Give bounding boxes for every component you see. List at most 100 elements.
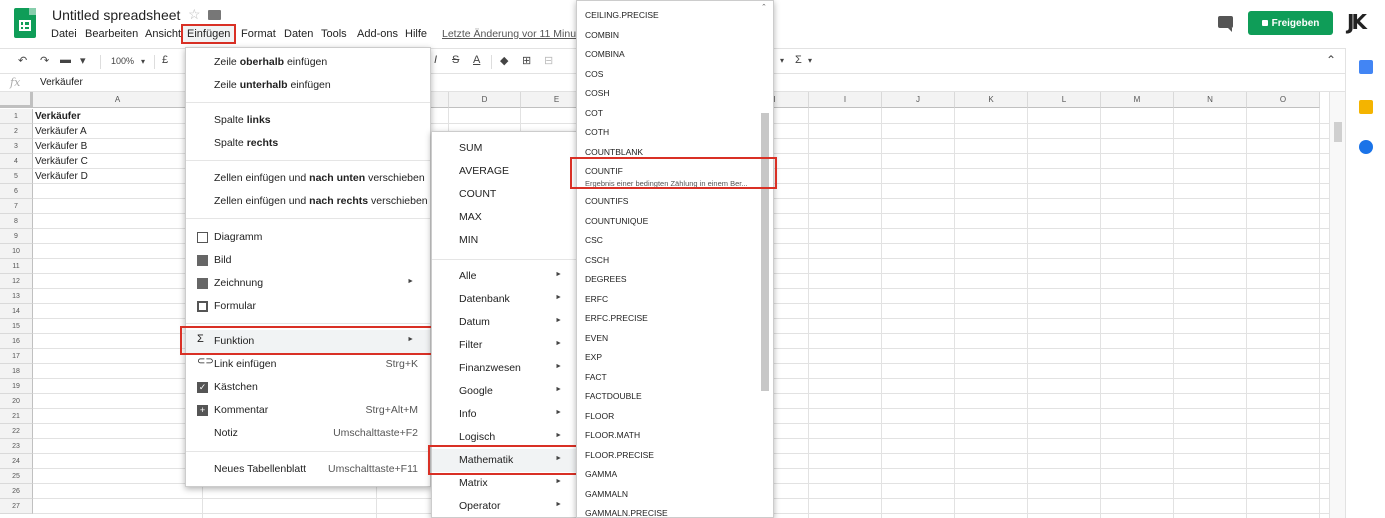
function-category-item[interactable]: Matrix ► — [432, 472, 576, 495]
star-icon[interactable]: ☆ — [188, 6, 201, 23]
function-list-item[interactable]: COMBINA — [585, 49, 625, 59]
function-list-item[interactable]: COT — [585, 108, 603, 118]
row-header[interactable]: 1 — [0, 109, 33, 124]
insert-cells-right[interactable]: Zellen einfügen und nach rechts verschie… — [186, 190, 430, 213]
function-category-item[interactable]: Alle ► — [432, 265, 576, 288]
chevron-up-icon[interactable]: ⌃ — [761, 3, 767, 11]
row-header[interactable]: 14 — [0, 304, 33, 319]
insert-form[interactable]: Formular — [186, 295, 430, 318]
row-header[interactable]: 5 — [0, 169, 33, 184]
insert-chart[interactable]: Diagramm — [186, 226, 430, 249]
column-header[interactable]: L — [1028, 92, 1101, 108]
row-header[interactable]: 25 — [0, 469, 33, 484]
row-header[interactable]: 4 — [0, 154, 33, 169]
column-header[interactable]: M — [1101, 92, 1174, 108]
function-list-item[interactable]: FLOOR — [585, 411, 614, 421]
row-header[interactable]: 13 — [0, 289, 33, 304]
comments-icon[interactable] — [1218, 16, 1233, 32]
italic-icon[interactable]: I — [434, 54, 437, 66]
undo-icon[interactable]: ↶ — [18, 54, 27, 67]
function-category-item[interactable]: Google ► — [432, 380, 576, 403]
menu-einfuegen[interactable]: Einfügen — [181, 24, 237, 44]
row-header[interactable]: 19 — [0, 379, 33, 394]
row-header[interactable]: 20 — [0, 394, 33, 409]
column-header[interactable]: I — [809, 92, 882, 108]
function-list-item[interactable]: ERFC — [585, 294, 608, 304]
function-quick-item[interactable]: AVERAGE — [432, 160, 576, 183]
redo-icon[interactable]: ↷ — [40, 54, 49, 67]
column-header[interactable]: N — [1174, 92, 1247, 108]
function-list-item[interactable]: GAMMA — [585, 469, 617, 479]
function-category-item[interactable]: Operator ► — [432, 495, 576, 518]
menu-ansicht[interactable]: Ansicht — [145, 28, 181, 40]
row-header[interactable]: 3 — [0, 139, 33, 154]
function-list-item[interactable]: FACTDOUBLE — [585, 391, 642, 401]
row-header[interactable]: 11 — [0, 259, 33, 274]
function-list-item[interactable]: COUNTBLANK — [585, 147, 643, 157]
row-header[interactable]: 18 — [0, 364, 33, 379]
insert-new-sheet[interactable]: Neues Tabellenblatt Umschalttaste+F11 — [186, 458, 430, 481]
column-header[interactable]: O — [1247, 92, 1320, 108]
zoom-select[interactable]: 100% — [111, 56, 134, 66]
table-cell[interactable]: Verkäufer — [35, 109, 81, 124]
fill-color-icon[interactable]: ◆ — [500, 54, 508, 67]
row-header[interactable]: 15 — [0, 319, 33, 334]
insert-image[interactable]: Bild — [186, 249, 430, 272]
insert-row-above[interactable]: Zeile oberhalb einfügen — [186, 51, 430, 74]
table-cell[interactable]: Verkäufer B — [35, 139, 87, 154]
sheets-logo-icon[interactable] — [14, 8, 36, 38]
function-list-item[interactable]: ERFC.PRECISE — [585, 313, 648, 323]
table-cell[interactable]: Verkäufer A — [35, 124, 87, 139]
insert-checkbox[interactable]: ✓ Kästchen — [186, 376, 430, 399]
function-quick-item[interactable]: COUNT — [432, 183, 576, 206]
menu-daten[interactable]: Daten — [284, 28, 313, 40]
function-list-item[interactable]: COTH — [585, 127, 609, 137]
function-category-item[interactable]: Datenbank ► — [432, 288, 576, 311]
tasks-icon[interactable] — [1359, 140, 1373, 154]
function-category-item[interactable]: Datum ► — [432, 311, 576, 334]
strikethrough-icon[interactable]: S — [452, 54, 459, 66]
vertical-scrollbar[interactable] — [1329, 92, 1345, 518]
avatar[interactable]: JK — [1347, 10, 1367, 34]
keep-icon[interactable] — [1359, 100, 1373, 114]
function-quick-item[interactable]: MIN — [432, 229, 576, 252]
row-header[interactable]: 16 — [0, 334, 33, 349]
menu-format[interactable]: Format — [241, 28, 276, 40]
insert-comment[interactable]: + Kommentar Strg+Alt+M — [186, 399, 430, 422]
insert-col-left[interactable]: Spalte links — [186, 109, 430, 132]
row-header[interactable]: 9 — [0, 229, 33, 244]
document-title[interactable]: Untitled spreadsheet — [52, 7, 180, 23]
function-list-item[interactable]: GAMMALN.PRECISE — [585, 508, 668, 518]
menu-tools[interactable]: Tools — [321, 28, 347, 40]
menu-bearbeiten[interactable]: Bearbeiten — [85, 28, 138, 40]
function-list-item[interactable]: EVEN — [585, 333, 608, 343]
borders-icon[interactable]: ⊞ — [522, 54, 531, 67]
collapse-toolbar-icon[interactable]: ⌃ — [1326, 53, 1336, 67]
table-cell[interactable]: Verkäufer C — [35, 154, 88, 169]
function-list-item[interactable]: COMBIN — [585, 30, 619, 40]
function-list-item[interactable]: DEGREES — [585, 274, 627, 284]
function-quick-item[interactable]: SUM — [432, 137, 576, 160]
row-header[interactable]: 27 — [0, 499, 33, 514]
row-header[interactable]: 12 — [0, 274, 33, 289]
function-category-item[interactable]: Filter ► — [432, 334, 576, 357]
row-header[interactable]: 17 — [0, 349, 33, 364]
function-list-item[interactable]: CEILING.PRECISE — [585, 10, 659, 20]
insert-note[interactable]: Notiz Umschalttaste+F2 — [186, 422, 430, 445]
function-quick-item[interactable]: MAX — [432, 206, 576, 229]
function-list-item[interactable]: GAMMALN — [585, 489, 628, 499]
folder-icon[interactable] — [208, 10, 221, 20]
paint-format-icon[interactable]: ▾ — [80, 54, 86, 67]
insert-cells-down[interactable]: Zellen einfügen und nach unten verschieb… — [186, 167, 430, 190]
row-header[interactable]: 6 — [0, 184, 33, 199]
function-list-item[interactable]: COUNTIFS — [585, 196, 628, 206]
row-header[interactable]: 2 — [0, 124, 33, 139]
formula-input[interactable]: Verkäufer — [40, 77, 83, 88]
row-header[interactable]: 10 — [0, 244, 33, 259]
currency-button[interactable]: £ — [162, 54, 168, 66]
menu-addons[interactable]: Add-ons — [357, 28, 398, 40]
column-header[interactable]: J — [882, 92, 955, 108]
function-list-item[interactable]: CSCH — [585, 255, 609, 265]
text-color-icon[interactable]: A — [473, 54, 480, 66]
function-list-item[interactable]: COSH — [585, 88, 610, 98]
